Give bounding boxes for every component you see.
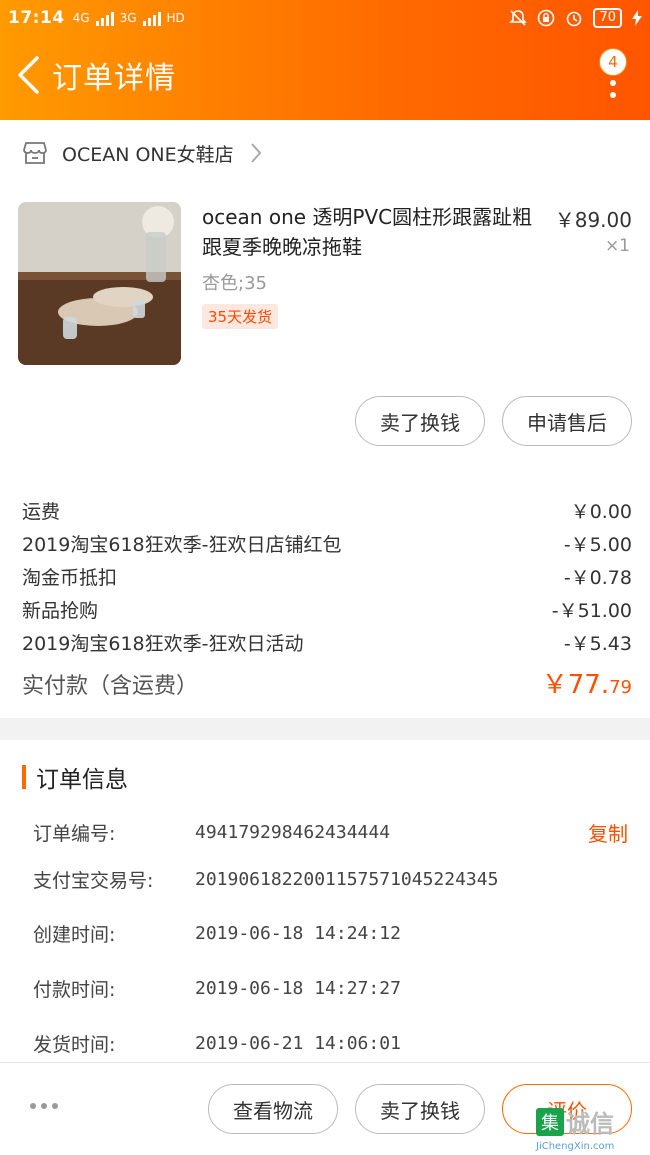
fee-label: 新品抢购 <box>22 600 99 622</box>
battery-level: 70 <box>593 8 622 28</box>
shop-name: OCEAN ONE女鞋店 <box>62 143 234 166</box>
fee-label: 2019淘宝618狂欢季-狂欢日活动 <box>22 633 304 655</box>
signal-bars-icon <box>95 10 114 26</box>
fee-value: -￥5.00 <box>563 534 632 556</box>
order-info-heading: 订单信息 <box>22 762 128 793</box>
fee-row: 2019淘宝618狂欢季-狂欢日店铺红包 -￥5.00 <box>22 530 632 557</box>
copy-button[interactable]: 复制 <box>588 818 628 847</box>
info-key: 订单编号: <box>33 823 116 845</box>
amount-integer: 77. <box>567 670 610 700</box>
info-value[interactable]: 494179298462434444 <box>195 822 390 843</box>
header-bar: 17:14 4G 3G HD 70 订单详情 4 <box>0 0 650 120</box>
paid-time-row: 付款时间: 2019-06-18 14:27:27 <box>33 975 628 1002</box>
total-paid-amount: ￥77.79 <box>542 664 632 701</box>
lock-rotation-icon <box>538 9 555 27</box>
fee-value: -￥0.78 <box>563 567 632 589</box>
alarm-icon <box>567 11 582 27</box>
more-dots-icon <box>610 80 616 98</box>
network-label-3: HD <box>166 11 185 25</box>
charging-icon <box>632 10 642 26</box>
watermark-text: 诚信 <box>566 1110 614 1138</box>
total-paid-label: 实付款（含运费） <box>22 674 199 699</box>
fee-row: 2019淘宝618狂欢季-狂欢日活动 -￥5.43 <box>22 629 632 656</box>
fee-row: 运费 ￥0.00 <box>22 497 632 524</box>
fee-label: 2019淘宝618狂欢季-狂欢日店铺红包 <box>22 534 342 556</box>
ship-time-badge: 35天发货 <box>202 304 279 329</box>
network-label-2: 3G <box>119 11 137 25</box>
watermark-mark: 集 <box>536 1107 564 1136</box>
amount-decimal: 79 <box>609 677 632 698</box>
sell-for-cash-button[interactable]: 卖了换钱 <box>355 396 485 446</box>
status-right: 70 <box>509 8 642 28</box>
status-bar: 17:14 4G 3G HD 70 <box>8 6 642 30</box>
nav-bar: 订单详情 4 <box>0 40 650 110</box>
request-aftersale-button[interactable]: 申请售后 <box>502 396 632 446</box>
info-key: 创建时间: <box>33 924 116 946</box>
chevron-right-icon <box>250 143 261 163</box>
info-value: 2019-06-18 14:24:12 <box>195 923 401 944</box>
signal-bars-icon <box>142 10 161 26</box>
product-title[interactable]: ocean one 透明PVC圆柱形跟露趾粗跟夏季晚晚凉拖鞋 <box>202 202 542 262</box>
created-time-row: 创建时间: 2019-06-18 14:24:12 <box>33 920 628 947</box>
page-title: 订单详情 <box>52 61 176 96</box>
product-sku: 杏色;35 <box>202 273 267 294</box>
more-actions-icon[interactable] <box>30 1103 58 1109</box>
status-time: 17:14 <box>8 8 65 28</box>
currency-symbol: ￥ <box>541 670 568 700</box>
info-key: 付款时间: <box>33 979 116 1001</box>
fee-value: -￥51.00 <box>551 600 632 622</box>
alipay-trade-row: 支付宝交易号: 2019061822001157571045224345 <box>33 866 628 893</box>
signal-indicators: 4G 3G HD <box>73 10 185 26</box>
info-value: 2019-06-18 14:27:27 <box>195 978 401 999</box>
bell-off-icon <box>509 10 528 26</box>
order-info-title: 订单信息 <box>36 767 128 793</box>
shipped-time-row: 发货时间: 2019-06-21 14:06:01 <box>33 1030 628 1057</box>
fee-row: 淘金币抵扣 -￥0.78 <box>22 563 632 590</box>
order-number-row: 订单编号: 494179298462434444 复制 <box>33 818 628 847</box>
watermark-url: JiChengXin.com <box>536 1141 615 1152</box>
message-count-badge: 4 <box>599 48 627 76</box>
fee-label: 运费 <box>22 501 61 523</box>
sell-for-cash-button[interactable]: 卖了换钱 <box>355 1084 485 1134</box>
fee-value: -￥5.43 <box>563 633 632 655</box>
network-label-1: 4G <box>72 11 90 25</box>
info-value: 2019-06-21 14:06:01 <box>195 1033 401 1054</box>
shop-link[interactable]: OCEAN ONE女鞋店 <box>22 135 262 171</box>
watermark-logo: 集 诚信 JiChengXin.com <box>536 1104 646 1152</box>
sandal-photo <box>18 202 181 365</box>
back-button[interactable] <box>8 45 48 105</box>
chevron-left-icon <box>18 56 39 94</box>
store-icon <box>23 142 47 164</box>
heading-accent-bar <box>22 765 26 789</box>
info-key: 支付宝交易号: <box>33 870 154 892</box>
total-paid-row: 实付款（含运费） ￥77.79 <box>22 664 632 701</box>
fee-row: 新品抢购 -￥51.00 <box>22 596 632 623</box>
product-price: ￥89.00 <box>554 208 632 232</box>
fee-value: ￥0.00 <box>570 501 632 523</box>
section-divider <box>0 718 650 740</box>
more-menu-button[interactable]: 4 <box>598 48 628 104</box>
product-quantity: ×1 <box>604 236 630 256</box>
product-image[interactable] <box>18 202 181 365</box>
info-key: 发货时间: <box>33 1034 116 1056</box>
view-logistics-button[interactable]: 查看物流 <box>208 1084 338 1134</box>
fee-label: 淘金币抵扣 <box>22 567 118 589</box>
info-value: 2019061822001157571045224345 <box>195 869 499 890</box>
